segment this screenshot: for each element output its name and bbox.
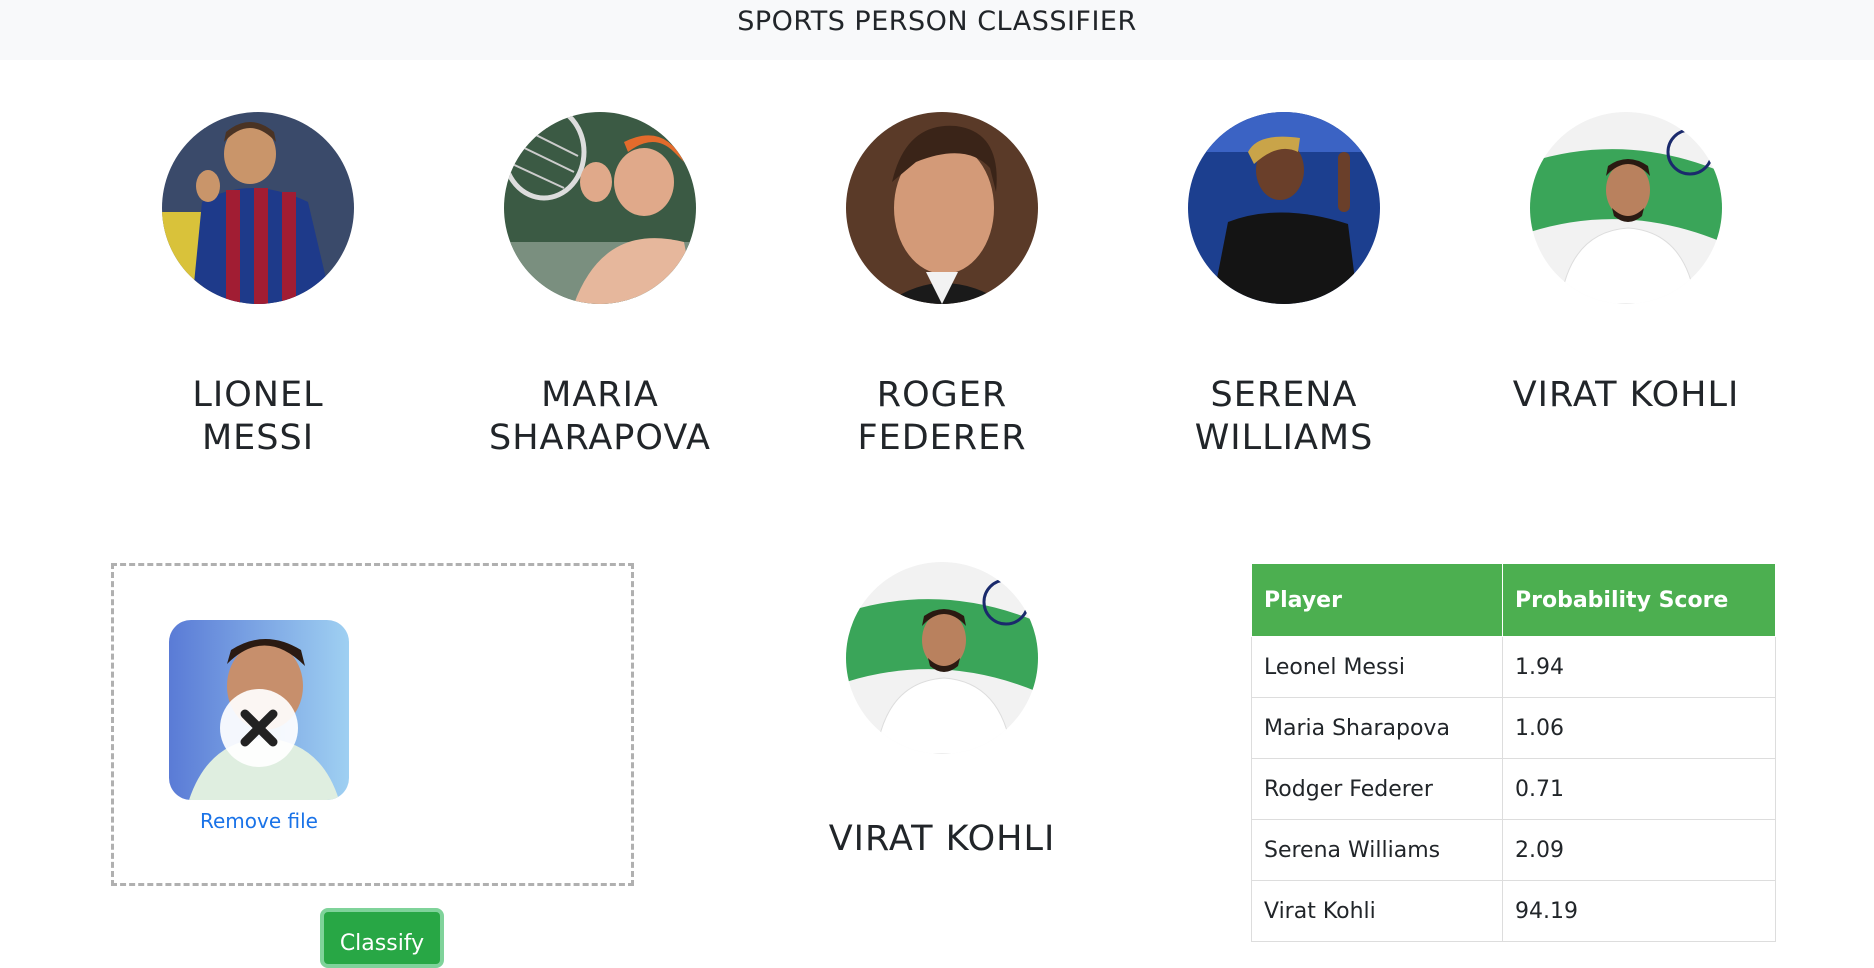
navbar: SPORTS PERSON CLASSIFIER	[0, 0, 1874, 60]
score-cell: 94.19	[1502, 880, 1776, 942]
player-name-kohli: VIRAT KOHLI	[1513, 374, 1740, 417]
player-photo-williams	[1188, 112, 1380, 304]
player-card-federer: ROGER FEDERER	[812, 112, 1072, 460]
player-name-line: FEDERER	[857, 418, 1027, 458]
probability-table: Player Probability Score Leonel Messi 1.…	[1251, 563, 1776, 942]
player-name-line: WILLIAMS	[1194, 418, 1374, 458]
remove-file-button[interactable]	[220, 689, 298, 767]
table-row: Virat Kohli 94.19	[1251, 880, 1776, 942]
classify-button[interactable]: Classify	[320, 908, 444, 968]
player-name-williams: SERENA WILLIAMS	[1195, 374, 1374, 460]
player-card-williams: SERENA WILLIAMS	[1154, 112, 1414, 460]
player-photo-kohli	[1530, 112, 1722, 304]
player-name-federer: ROGER FEDERER	[857, 374, 1026, 460]
uploaded-image-thumbnail	[169, 620, 349, 800]
table-header-row: Player Probability Score	[1251, 563, 1776, 637]
player-cell: Rodger Federer	[1251, 758, 1503, 820]
player-name-line: ROGER	[876, 375, 1008, 415]
page-title: SPORTS PERSON CLASSIFIER	[737, 5, 1137, 37]
player-photo-messi	[162, 112, 354, 304]
player-name-line: SHARAPOVA	[488, 418, 711, 458]
player-name-messi: LIONEL MESSI	[192, 374, 323, 460]
result-card: VIRAT KOHLI	[812, 562, 1072, 861]
player-photo-sharapova	[504, 112, 696, 304]
table-row: Serena Williams 2.09	[1251, 819, 1776, 881]
player-name-line: VIRAT KOHLI	[1512, 375, 1740, 415]
player-cell: Serena Williams	[1251, 819, 1503, 881]
score-cell: 0.71	[1502, 758, 1776, 820]
table-row: Leonel Messi 1.94	[1251, 636, 1776, 698]
column-header-player: Player	[1251, 563, 1503, 637]
player-name-line: MARIA	[541, 375, 659, 415]
table-row: Rodger Federer 0.71	[1251, 758, 1776, 820]
result-player-name: VIRAT KOHLI	[828, 819, 1056, 859]
player-card-messi: LIONEL MESSI	[128, 112, 388, 460]
file-dropzone[interactable]: Remove file	[111, 563, 634, 886]
player-name-line: SERENA	[1210, 375, 1358, 415]
score-cell: 1.94	[1502, 636, 1776, 698]
player-name-sharapova: MARIA SHARAPOVA	[489, 374, 711, 460]
close-icon	[240, 709, 278, 747]
score-cell: 2.09	[1502, 819, 1776, 881]
player-cell: Maria Sharapova	[1251, 697, 1503, 759]
player-cell: Leonel Messi	[1251, 636, 1503, 698]
player-cell: Virat Kohli	[1251, 880, 1503, 942]
player-photo-federer	[846, 112, 1038, 304]
player-name-line: MESSI	[201, 418, 315, 458]
table-row: Maria Sharapova 1.06	[1251, 697, 1776, 759]
player-card-kohli: VIRAT KOHLI	[1496, 112, 1756, 417]
remove-file-link[interactable]: Remove file	[154, 809, 364, 833]
score-cell: 1.06	[1502, 697, 1776, 759]
column-header-score: Probability Score	[1502, 563, 1776, 637]
player-card-sharapova: MARIA SHARAPOVA	[470, 112, 730, 460]
result-photo	[846, 562, 1038, 754]
player-name-line: LIONEL	[192, 375, 324, 415]
